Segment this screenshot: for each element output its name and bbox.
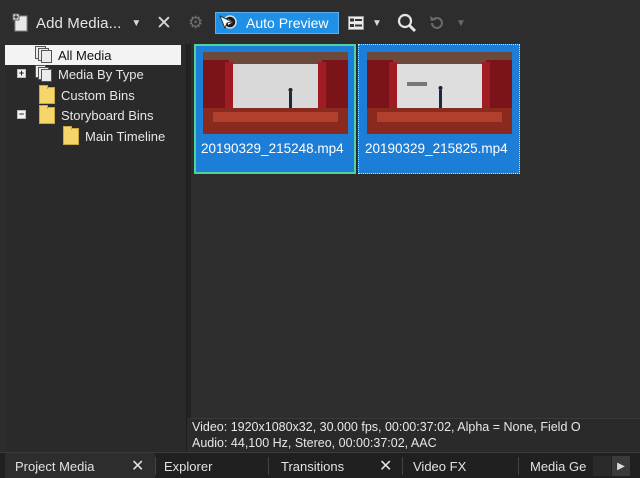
media-thumbnail[interactable]: 20190329_215248.mp4	[194, 44, 356, 174]
media-filename: 20190329_215825.mp4	[365, 141, 508, 156]
tree-item-media-by-type[interactable]: Media By Type	[5, 64, 144, 84]
views-icon	[348, 16, 364, 30]
tree-item-label: Custom Bins	[61, 87, 135, 103]
media-filename: 20190329_215248.mp4	[201, 141, 344, 156]
tree-item-custom-bins[interactable]: Custom Bins	[5, 84, 135, 105]
auto-preview-label: Auto Preview	[246, 15, 329, 31]
media-thumbnail[interactable]: 20190329_215825.mp4	[358, 44, 520, 174]
tree-item-all-media[interactable]: All Media	[5, 45, 181, 65]
undo-icon	[430, 16, 443, 29]
tab-label: Media Ge	[530, 458, 587, 474]
tree-item-label: All Media	[58, 47, 112, 63]
tab-label: Explorer	[164, 458, 213, 474]
tab-label: Video FX	[413, 458, 467, 474]
folder-icon	[39, 104, 55, 124]
tree-item-main-timeline[interactable]: Main Timeline	[5, 125, 166, 146]
add-media-label: Add Media...	[36, 14, 122, 32]
views-caret-icon[interactable]: ▼	[372, 18, 382, 29]
auto-preview-button[interactable]: Auto Preview	[215, 12, 339, 34]
tab-label: Project Media	[15, 458, 95, 474]
media-stack-icon	[35, 65, 52, 83]
media-tree: All Media + Media By Type Custom Bins − …	[5, 44, 187, 452]
audio-info: Audio: 44,100 Hz, Stereo, 00:00:37:02, A…	[192, 436, 437, 450]
tab-transitions[interactable]: Transitions	[281, 453, 344, 478]
tab-video-fx[interactable]: Video FX	[413, 453, 466, 478]
tab-divider	[518, 457, 519, 475]
close-icon[interactable]: ✕	[131, 456, 144, 476]
video-preview-image	[367, 52, 512, 134]
caret-down-icon[interactable]: ▼	[131, 18, 141, 29]
undo-button[interactable]: ▼	[428, 12, 466, 34]
tab-scroll-right-icon[interactable]: ▶	[612, 456, 630, 476]
views-button[interactable]: ▼	[348, 12, 382, 34]
gear-icon[interactable]: ⚙	[188, 12, 203, 34]
toolbar: Add Media... ▼ ✕ ⚙ Auto Preview ▼ ▼	[0, 0, 640, 44]
zoom-icon	[397, 13, 417, 33]
media-grid: 20190329_215248.mp4 20190329_215825.mp4	[191, 44, 640, 418]
tab-divider	[268, 457, 269, 475]
add-media-button[interactable]: Add Media... ▼	[12, 12, 141, 34]
zoom-button[interactable]	[397, 12, 417, 34]
remove-icon[interactable]: ✕	[156, 12, 172, 34]
tree-item-label: Storyboard Bins	[61, 107, 154, 123]
window-tabs: Project Media ✕ Explorer Transitions ✕ V…	[0, 452, 640, 478]
media-stack-icon	[35, 46, 52, 64]
tree-item-label: Main Timeline	[85, 128, 166, 144]
video-info: Video: 1920x1080x32, 30.000 fps, 00:00:3…	[192, 420, 581, 434]
tab-scroll-left-icon[interactable]	[593, 456, 611, 476]
tab-divider	[402, 457, 403, 475]
tree-item-storyboard-bins[interactable]: Storyboard Bins	[5, 104, 154, 125]
media-info-panel: Video: 1920x1080x32, 30.000 fps, 00:00:3…	[191, 418, 640, 452]
close-icon[interactable]: ✕	[379, 456, 392, 476]
tab-label: Transitions	[281, 458, 345, 474]
video-preview-image	[203, 52, 348, 134]
tab-explorer[interactable]: Explorer	[164, 453, 212, 478]
auto-preview-icon	[219, 15, 237, 30]
add-media-icon	[12, 13, 28, 32]
folder-icon	[63, 125, 79, 145]
folder-icon	[39, 84, 55, 104]
undo-caret-icon[interactable]: ▼	[456, 18, 466, 29]
tab-media-generators[interactable]: Media Ge	[530, 453, 592, 478]
tree-item-label: Media By Type	[58, 66, 144, 82]
tab-divider	[155, 457, 156, 475]
